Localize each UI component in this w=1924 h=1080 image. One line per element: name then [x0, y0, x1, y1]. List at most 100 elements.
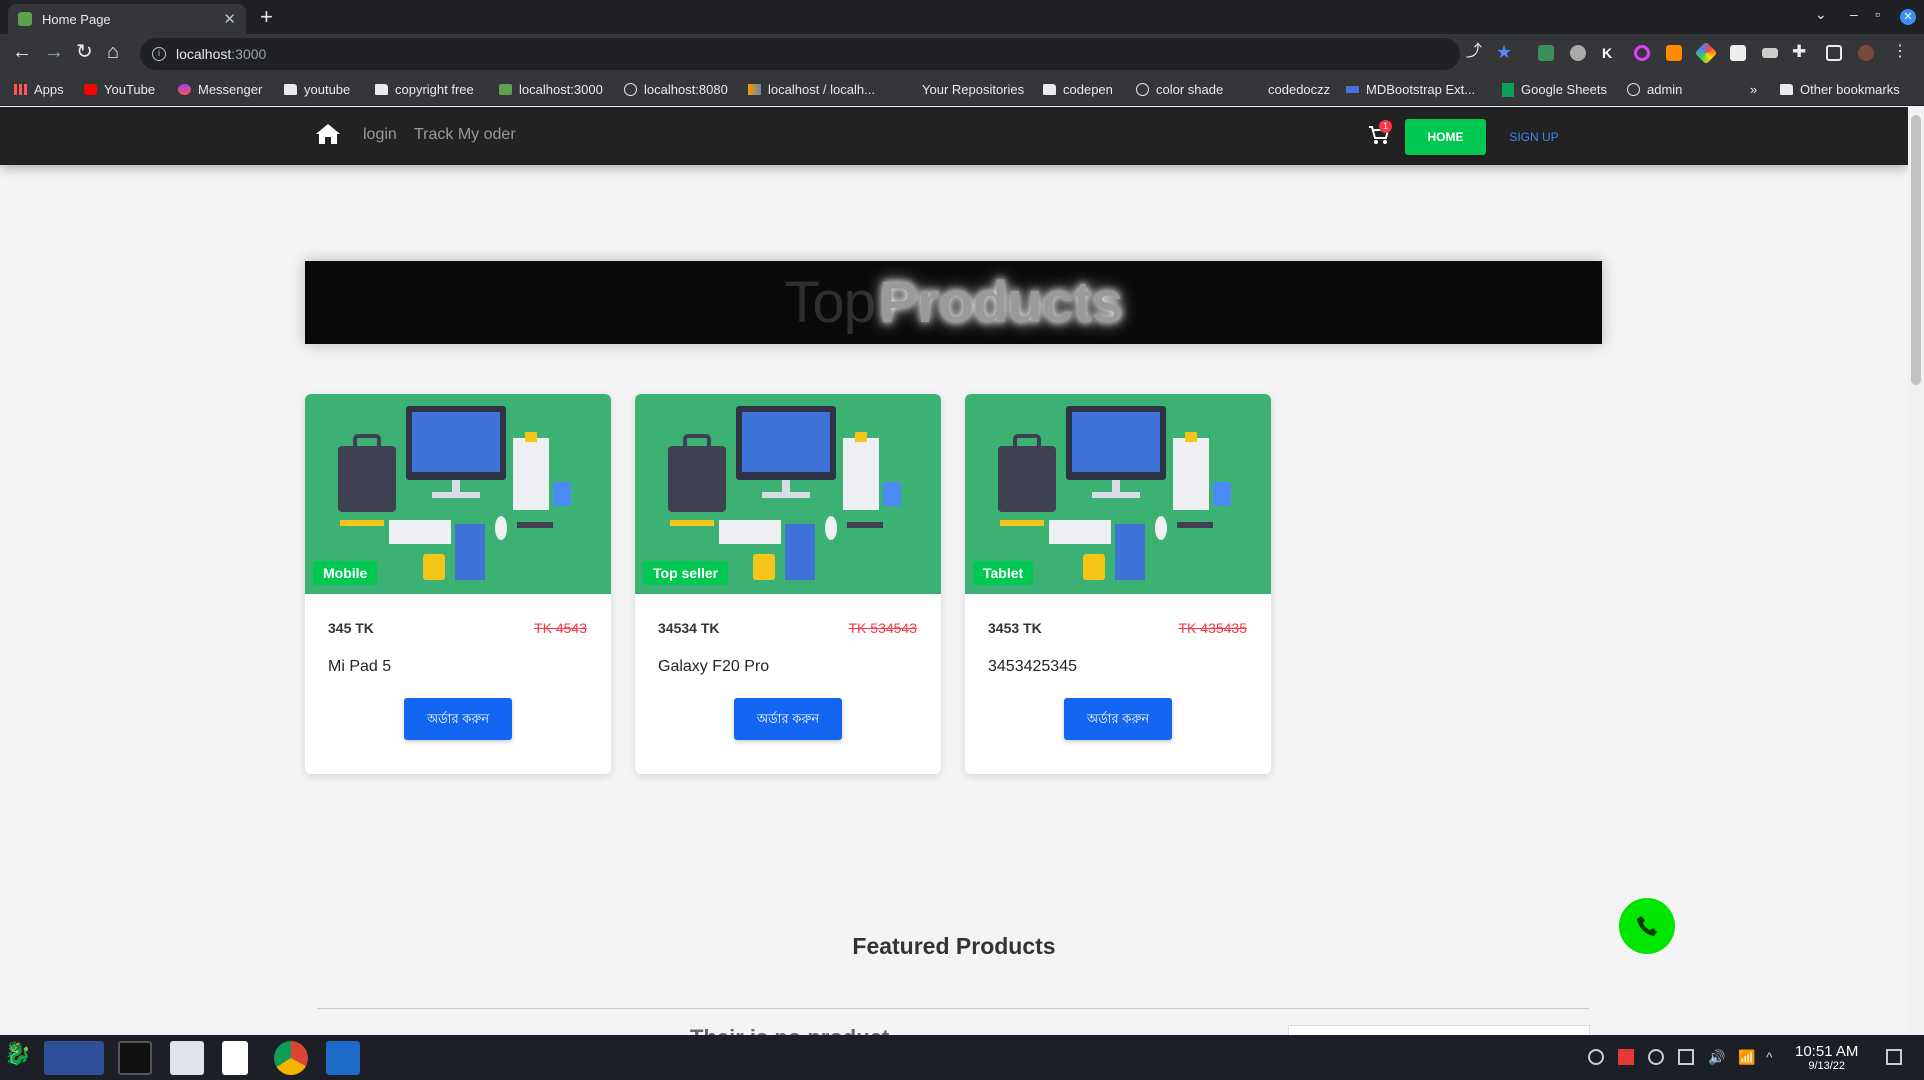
phpmyadmin-icon: [748, 84, 761, 95]
extension-k-icon[interactable]: K: [1602, 45, 1618, 61]
home-browser-icon[interactable]: ⌂: [107, 42, 119, 62]
home-button[interactable]: HOME: [1405, 119, 1486, 155]
folder-icon: [1780, 84, 1793, 95]
page-scrollbar[interactable]: [1908, 107, 1924, 1035]
system-clock[interactable]: 10:51 AM 9/13/22: [1795, 1043, 1858, 1072]
bookmark-other-bookmarks[interactable]: Other bookmarks: [1780, 82, 1900, 97]
text-editor-icon[interactable]: [222, 1041, 248, 1075]
category-badge: Mobile: [313, 561, 378, 585]
product-name[interactable]: Galaxy F20 Pro: [658, 658, 769, 676]
site-info-icon[interactable]: i: [152, 47, 166, 61]
bookmark-youtube-folder[interactable]: youtube: [284, 82, 350, 97]
bookmark-copyright-free[interactable]: copyright free: [375, 82, 474, 97]
extension-palette-icon[interactable]: [1694, 41, 1718, 65]
product-name[interactable]: Mi Pad 5: [328, 658, 391, 676]
extension-pen-icon[interactable]: [1538, 45, 1554, 61]
os-taskbar: 🐉 🔊 📶 ^ 10:51 AM 9/13/22: [0, 1035, 1924, 1080]
reload-icon[interactable]: ↻: [76, 42, 93, 62]
order-button[interactable]: অর্ডার করুন: [734, 698, 842, 740]
back-icon[interactable]: ←: [12, 42, 32, 62]
sync-tray-icon[interactable]: [1648, 1049, 1664, 1065]
clipboard-tray-icon[interactable]: [1678, 1049, 1694, 1065]
product-image[interactable]: Mobile: [305, 394, 611, 594]
product-name[interactable]: 3453425345: [988, 658, 1077, 676]
empty-products-text: Their is no product: [690, 1025, 889, 1035]
github-icon: [902, 84, 915, 95]
sidebar-box: [1288, 1025, 1590, 1035]
extension-gear-icon[interactable]: [1570, 45, 1586, 61]
url-host: localhost: [176, 46, 232, 62]
address-bar[interactable]: i localhost:3000: [140, 38, 1460, 70]
page-viewport: login Track My oder 1 HOME SIGN UP Top P…: [0, 107, 1908, 1035]
bookmark-messenger[interactable]: Messenger: [178, 82, 262, 97]
menu-kebab-icon[interactable]: ⋮: [1892, 42, 1908, 62]
kali-menu-icon[interactable]: 🐉: [4, 1041, 38, 1075]
tab-home-page[interactable]: Home Page ✕: [8, 4, 246, 34]
globe-icon: [1136, 83, 1149, 96]
mdb-icon: [1346, 86, 1359, 93]
extension-media-icon[interactable]: [1762, 48, 1778, 58]
forward-icon[interactable]: →: [44, 42, 64, 62]
bookmark-localhost-3000[interactable]: localhost:3000: [499, 82, 603, 97]
new-tab-icon[interactable]: +: [260, 4, 273, 30]
show-desktop-icon[interactable]: [1886, 1049, 1902, 1065]
cart-count-badge: 1: [1379, 120, 1392, 133]
scrollbar-thumb[interactable]: [1911, 115, 1921, 385]
notifications-tray-icon[interactable]: [1588, 1049, 1604, 1065]
browser-toolbar: ← → ↻ ⌂ i localhost:3000 ⤴ ★ K ✚ ⋮: [0, 34, 1924, 74]
product-image[interactable]: Top seller: [635, 394, 941, 594]
clock-date: 9/13/22: [1808, 1060, 1846, 1072]
product-image[interactable]: Tablet: [965, 394, 1271, 594]
bookmark-color-shade[interactable]: color shade: [1136, 82, 1223, 97]
google-sheets-icon: [1502, 82, 1514, 97]
bookmark-google-sheets[interactable]: Google Sheets: [1502, 82, 1607, 97]
vscode-icon[interactable]: [326, 1041, 360, 1075]
track-order-link[interactable]: Track My oder: [414, 126, 516, 144]
profile-avatar[interactable]: [1858, 45, 1874, 61]
bookmark-codedoczz[interactable]: codedoczz: [1248, 82, 1330, 97]
terminal-icon[interactable]: [118, 1041, 152, 1075]
window-close-icon[interactable]: ✕: [1900, 9, 1916, 25]
extensions-puzzle-icon[interactable]: ✚: [1792, 42, 1806, 62]
bookmark-youtube[interactable]: YouTube: [84, 82, 155, 97]
close-tab-icon[interactable]: ✕: [223, 10, 236, 28]
bookmark-your-repositories[interactable]: Your Repositories: [902, 82, 1024, 97]
maximize-icon[interactable]: ▫: [1875, 6, 1880, 22]
product-price: 34534 TK: [658, 620, 720, 636]
category-badge: Tablet: [973, 561, 1034, 585]
globe-icon: [1627, 83, 1640, 96]
side-panel-icon[interactable]: [1826, 45, 1842, 61]
extension-lh-icon[interactable]: [1666, 45, 1682, 61]
workspace-switcher[interactable]: [44, 1041, 104, 1075]
bookmarks-overflow-icon[interactable]: »: [1750, 82, 1757, 97]
bookmark-phpmyadmin[interactable]: localhost / localh...: [748, 82, 875, 97]
chrome-icon[interactable]: [274, 1041, 308, 1075]
volume-tray-icon[interactable]: 🔊: [1708, 1049, 1725, 1065]
bookmark-admin[interactable]: admin: [1627, 82, 1682, 97]
product-card: Tablet 3453 TK TK 435435 3453425345 অর্ড…: [965, 394, 1271, 774]
shopify-favicon-icon: [18, 12, 32, 26]
anydesk-tray-icon[interactable]: [1618, 1049, 1634, 1065]
featured-products-heading: Featured Products: [852, 933, 1056, 959]
file-manager-icon[interactable]: [170, 1041, 204, 1075]
bookmark-apps[interactable]: Apps: [14, 82, 64, 97]
home-icon[interactable]: [315, 123, 341, 145]
product-card: Mobile 345 TK TK 4543 Mi Pad 5 অর্ডার কর…: [305, 394, 611, 774]
signup-button[interactable]: SIGN UP: [1492, 119, 1576, 155]
bookmark-mdbootstrap[interactable]: MDBootstrap Ext...: [1346, 82, 1475, 97]
globe-icon: [624, 83, 637, 96]
share-icon[interactable]: ⤴: [1466, 42, 1482, 62]
order-button[interactable]: অর্ডার করুন: [404, 698, 512, 740]
bookmark-codepen[interactable]: codepen: [1043, 82, 1113, 97]
wifi-tray-icon[interactable]: 📶: [1738, 1049, 1755, 1065]
login-link[interactable]: login: [363, 126, 397, 144]
bookmark-star-icon[interactable]: ★: [1496, 42, 1512, 62]
minimize-icon[interactable]: –: [1850, 6, 1858, 22]
bookmark-localhost-8080[interactable]: localhost:8080: [624, 82, 728, 97]
clock-time: 10:51 AM: [1795, 1043, 1859, 1060]
extension-grammar-icon[interactable]: [1730, 45, 1746, 61]
tab-search-icon[interactable]: ⌄: [1815, 6, 1827, 23]
order-button[interactable]: অর্ডার করুন: [1064, 698, 1172, 740]
tray-expand-icon[interactable]: ^: [1766, 1049, 1782, 1065]
extension-color-icon[interactable]: [1634, 45, 1650, 61]
